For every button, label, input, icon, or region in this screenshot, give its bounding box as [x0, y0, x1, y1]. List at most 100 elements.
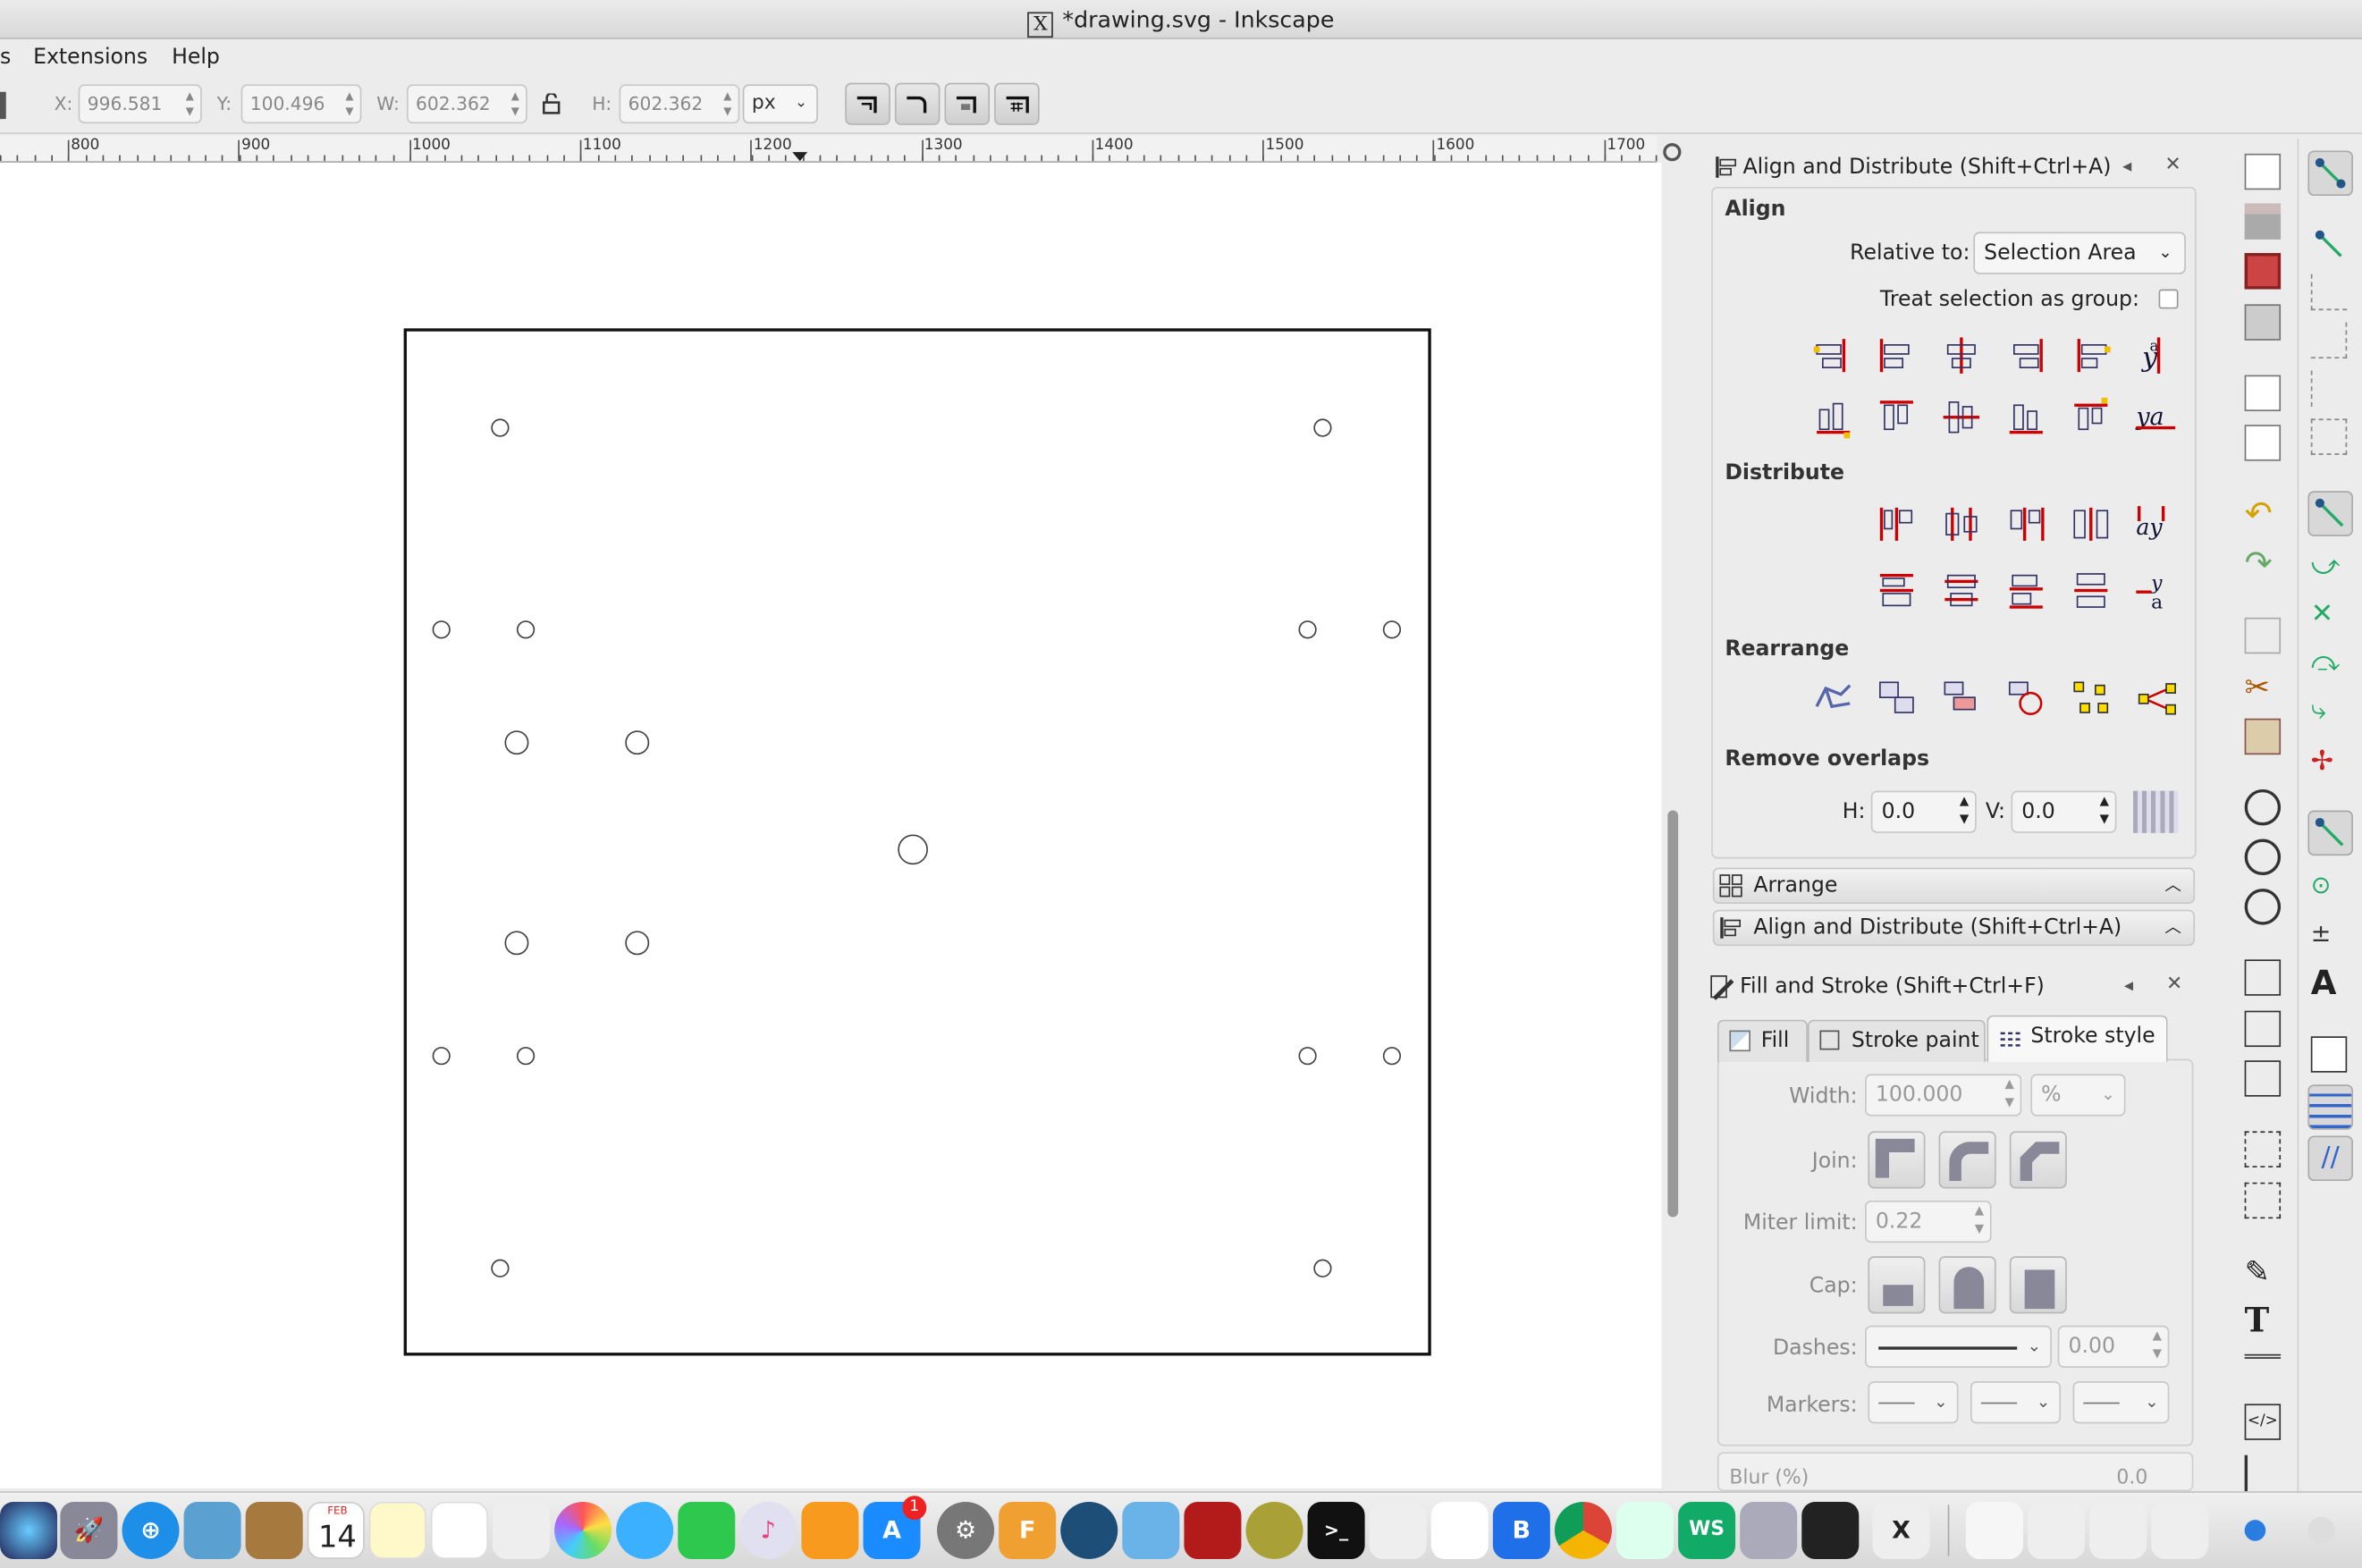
- snap-enable-icon[interactable]: [2307, 150, 2353, 197]
- align-right-edges-button[interactable]: [2003, 333, 2049, 378]
- align-bottom-to-top-button[interactable]: [1810, 394, 1856, 440]
- circle[interactable]: [516, 620, 536, 639]
- print-icon[interactable]: [2244, 304, 2282, 341]
- circle[interactable]: [1382, 1047, 1402, 1066]
- snap-nodes-icon[interactable]: [2307, 491, 2353, 536]
- snap-bbox-icon[interactable]: [2311, 226, 2347, 262]
- overlap-h-field[interactable]: 0.0 ▲ ▼: [1870, 790, 1977, 833]
- align-bottom-edges-button[interactable]: [2003, 394, 2049, 440]
- align-top-edges-button[interactable]: [1874, 394, 1919, 440]
- itunes-icon[interactable]: ♪: [739, 1501, 797, 1559]
- align-baseline-text-button[interactable]: ya: [2133, 394, 2179, 440]
- join-miter-button[interactable]: [1868, 1131, 1926, 1189]
- circle[interactable]: [1298, 620, 1317, 639]
- fill-stroke-dialog-icon[interactable]: ✎: [2245, 1253, 2281, 1289]
- snap-object-centers-icon[interactable]: ✢: [2311, 744, 2347, 780]
- transform-patterns-button[interactable]: [994, 82, 1040, 125]
- trash-icon[interactable]: [2307, 1516, 2335, 1545]
- w-field[interactable]: 602.362 ▲ ▼: [406, 84, 527, 124]
- y-field[interactable]: 100.496 ▲ ▼: [240, 84, 362, 124]
- snap-rotation-center-icon[interactable]: ⊙: [2311, 868, 2347, 904]
- minimized-window-icon[interactable]: [2151, 1501, 2209, 1559]
- overlap-v-field[interactable]: 0.0 ▲ ▼: [2011, 790, 2117, 833]
- cap-square-button[interactable]: [2009, 1256, 2067, 1314]
- clone-icon[interactable]: [2244, 1010, 2282, 1048]
- snap-paths-icon[interactable]: ⤻: [2311, 548, 2347, 584]
- calendar-icon[interactable]: FEB 14: [307, 1501, 365, 1559]
- end-marker-select[interactable]: ⌄: [2072, 1381, 2170, 1424]
- scale-stroke-button[interactable]: [845, 82, 890, 125]
- zoom-icon[interactable]: [1663, 143, 1682, 162]
- distribute-top-edges-button[interactable]: [1874, 568, 1919, 613]
- textedit-icon[interactable]: [1369, 1501, 1427, 1559]
- scale-corners-button[interactable]: [894, 82, 941, 125]
- export-icon[interactable]: [2244, 425, 2282, 461]
- paste-icon[interactable]: [2244, 718, 2282, 755]
- copy-icon[interactable]: [2244, 617, 2282, 654]
- stroke-width-field[interactable]: 100.000 ▲ ▼: [1865, 1074, 2022, 1117]
- chrome-icon[interactable]: [1554, 1501, 1612, 1559]
- inkscape-icon[interactable]: [1801, 1501, 1860, 1559]
- bbedit-icon[interactable]: B: [1492, 1501, 1550, 1559]
- stroke-width-unit-select[interactable]: % ⌄: [2030, 1074, 2126, 1117]
- snap-page-border-icon[interactable]: [2310, 1036, 2348, 1073]
- menu-item-help[interactable]: Help: [172, 39, 220, 75]
- fusion360-icon[interactable]: F: [999, 1501, 1057, 1559]
- scrollbar-thumb[interactable]: [1667, 810, 1679, 1218]
- preview-icon[interactable]: [492, 1501, 551, 1559]
- sourcetree-icon[interactable]: [1060, 1501, 1118, 1559]
- snap-text-baseline-icon[interactable]: ±: [2311, 915, 2347, 951]
- unclump-button[interactable]: [2133, 677, 2179, 722]
- menu-item-truncated[interactable]: s: [0, 39, 11, 75]
- circle[interactable]: [625, 730, 650, 755]
- open-folder-icon[interactable]: [2244, 203, 2282, 240]
- zoom-selection-icon[interactable]: [2244, 788, 2282, 826]
- circle[interactable]: [1382, 620, 1402, 639]
- align-anchor-text-button[interactable]: ya: [2133, 333, 2179, 378]
- unit-select[interactable]: px ⌄: [742, 84, 818, 124]
- photos-icon[interactable]: [554, 1501, 612, 1559]
- x-field[interactable]: 996.581 ▲ ▼: [78, 84, 202, 124]
- blur-value[interactable]: 0.0: [2116, 1467, 2147, 1489]
- relative-to-select[interactable]: Selection Area ⌄: [1973, 232, 2186, 274]
- start-marker-select[interactable]: ⌄: [1868, 1381, 1959, 1424]
- close-icon[interactable]: ✕: [2164, 154, 2181, 176]
- distribute-centers-h-button[interactable]: [1939, 502, 1985, 547]
- cheese-icon[interactable]: [1245, 1501, 1303, 1559]
- center-horizontal-axis-button[interactable]: [1939, 394, 1985, 440]
- align-collapsed-header[interactable]: Align and Distribute (Shift+Ctrl+A) ︿: [1712, 909, 2196, 947]
- circle[interactable]: [898, 834, 928, 865]
- keynote-icon[interactable]: [1122, 1501, 1180, 1559]
- circle[interactable]: [516, 1047, 536, 1066]
- circle[interactable]: [491, 418, 510, 437]
- menu-item-extensions[interactable]: Extensions: [33, 39, 148, 75]
- numbers-icon[interactable]: [1430, 1501, 1489, 1559]
- distribute-text-anchors-h-button[interactable]: ay: [2133, 502, 2179, 547]
- snap-midpoints-icon[interactable]: ⤷: [2311, 693, 2347, 729]
- distribute-bottom-edges-button[interactable]: [2003, 568, 2049, 613]
- save-icon[interactable]: [2244, 253, 2282, 290]
- ibooks-icon[interactable]: [801, 1501, 859, 1559]
- remove-overlaps-button[interactable]: [2132, 790, 2179, 833]
- cap-round-button[interactable]: [1938, 1256, 1996, 1314]
- zoom-page-icon[interactable]: [2244, 889, 2282, 925]
- snap-bbox-corners-icon[interactable]: [2310, 322, 2348, 359]
- siri-icon[interactable]: [0, 1501, 58, 1559]
- undo-icon[interactable]: ↶: [2245, 496, 2281, 533]
- circle[interactable]: [504, 931, 529, 956]
- center-vertical-axis-button[interactable]: [1939, 333, 1985, 378]
- align-right-to-left-button[interactable]: [1810, 333, 1856, 378]
- webstorm-icon[interactable]: WS: [1678, 1501, 1736, 1559]
- terminal-icon[interactable]: >_: [1307, 1501, 1365, 1559]
- circle[interactable]: [1313, 1259, 1332, 1277]
- minimized-window-icon[interactable]: [2028, 1501, 2086, 1559]
- image-capture-icon[interactable]: [1740, 1501, 1798, 1559]
- distribute-centers-v-button[interactable]: [1939, 568, 1985, 613]
- miter-limit-field[interactable]: 0.22 ▲ ▼: [1865, 1200, 1992, 1243]
- circle[interactable]: [504, 730, 529, 755]
- snap-others-icon[interactable]: [2307, 810, 2353, 856]
- safari-icon[interactable]: ⊕: [122, 1501, 180, 1559]
- transform-gradients-button[interactable]: [944, 82, 991, 125]
- contacts-icon[interactable]: [245, 1501, 303, 1559]
- drawing-canvas[interactable]: [0, 162, 1662, 1488]
